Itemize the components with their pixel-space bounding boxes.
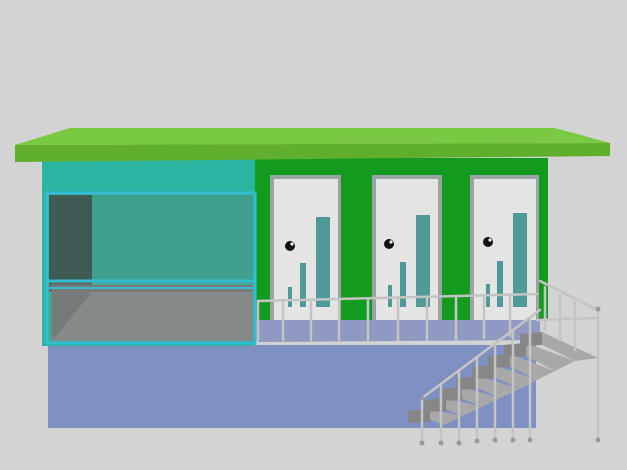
door-3-bar-2 bbox=[497, 261, 503, 307]
window bbox=[45, 191, 257, 345]
door-2-bar-1 bbox=[388, 285, 392, 307]
door-2-bar-3 bbox=[416, 215, 430, 307]
door-3-bar-3 bbox=[513, 213, 527, 307]
door-knob-icon bbox=[285, 241, 295, 251]
door-3 bbox=[470, 175, 539, 320]
door-knob-icon bbox=[483, 237, 493, 247]
door-2-bar-2 bbox=[400, 262, 406, 307]
door-knob-icon bbox=[384, 239, 394, 249]
door-1-bar-1 bbox=[288, 287, 292, 307]
door-1-bar-3 bbox=[316, 217, 330, 307]
roof bbox=[15, 128, 610, 162]
restroom-building-scene bbox=[0, 0, 627, 470]
